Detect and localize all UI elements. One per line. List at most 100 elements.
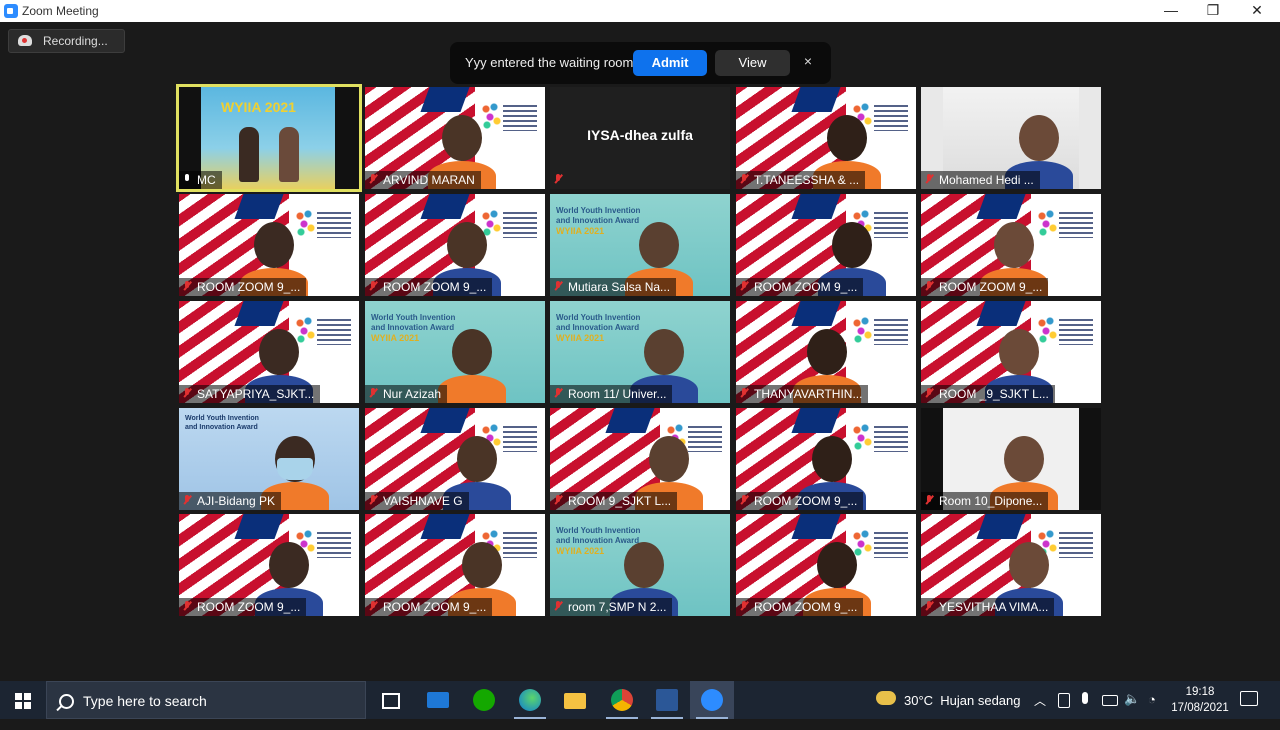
wyiia-banner: World Youth Invention and Innovation Awar…	[371, 313, 456, 343]
edge-app[interactable]	[508, 681, 552, 719]
association-logo	[852, 528, 910, 562]
microphone-muted-icon	[925, 388, 933, 399]
word-app[interactable]	[645, 681, 689, 719]
microphone-muted-icon	[554, 281, 562, 292]
restore-button[interactable]: ❐	[1190, 0, 1236, 22]
participant-tile[interactable]: YESVITHAA VIMA...	[921, 514, 1101, 616]
participant-name: AJI-Bidang PK	[197, 494, 276, 508]
volume-icon[interactable]: 🔈	[1124, 691, 1140, 729]
microphone-muted-icon	[740, 281, 748, 292]
participant-face	[649, 436, 689, 482]
start-button[interactable]	[0, 681, 46, 719]
upwork-icon	[473, 689, 495, 711]
view-button[interactable]: View	[715, 50, 790, 76]
zoom-taskbar-app[interactable]	[690, 681, 734, 719]
participant-tile[interactable]: ROOM ZOOM 9_...	[179, 194, 359, 296]
microphone-muted-icon	[554, 174, 562, 185]
participant-face	[817, 542, 857, 588]
notification-icon[interactable]	[1240, 691, 1258, 706]
admit-button[interactable]: Admit	[633, 50, 707, 76]
participant-name-label: Mutiara Salsa Na...	[550, 278, 677, 296]
meet-now-icon[interactable]	[1058, 693, 1070, 708]
participant-name-label: VAISHNAVE G	[365, 492, 469, 510]
battery-icon[interactable]	[1102, 695, 1118, 706]
microphone-muted-icon	[740, 601, 748, 612]
file-explorer-app[interactable]	[553, 681, 597, 719]
microphone-muted-icon	[554, 388, 562, 399]
participant-tile[interactable]: World Youth Invention and Innovation Awar…	[179, 408, 359, 510]
windows-taskbar: Type here to search 30°C Hujan sedang ︿ …	[0, 681, 1280, 719]
wifi-icon[interactable]: ◔	[1148, 692, 1156, 730]
chrome-icon	[611, 689, 633, 711]
upwork-app[interactable]	[462, 681, 506, 719]
microphone-muted-icon	[740, 495, 748, 506]
participant-mic-indicator	[550, 171, 574, 189]
participant-name-label: ROOM ZOOM 9_...	[365, 278, 493, 296]
participant-face	[442, 115, 482, 161]
microphone-muted-icon	[183, 601, 191, 612]
participant-tile[interactable]: ROOM ZOOM 9_...	[736, 194, 916, 296]
participant-tile[interactable]: ROOM 9_SJKT L...	[550, 408, 730, 510]
chevron-up-icon[interactable]: ︿	[1034, 692, 1046, 730]
recording-indicator[interactable]: Recording...	[8, 29, 125, 53]
participant-tile[interactable]: ROOM ZOOM 9_...	[921, 194, 1101, 296]
waiting-room-notification: Yyy entered the waiting room Admit View …	[450, 42, 831, 84]
microphone-muted-icon	[925, 174, 933, 185]
participant-face	[269, 542, 309, 588]
participant-tile[interactable]: Mohamed Hedi ...	[921, 87, 1101, 189]
chrome-app[interactable]	[600, 681, 644, 719]
microphone-muted-icon	[369, 601, 377, 612]
participant-name-label: ROOM _9_SJKT L...	[921, 385, 1055, 403]
participant-name-label: ROOM ZOOM 9_...	[736, 278, 864, 296]
participant-tile[interactable]: World Youth Invention and Innovation Awar…	[550, 301, 730, 403]
microphone-icon[interactable]	[1082, 692, 1088, 704]
microphone-muted-icon	[554, 495, 562, 506]
participant-tile[interactable]: VAISHNAVE G	[365, 408, 545, 510]
participant-tile[interactable]: T.TANEESSHA & ...	[736, 87, 916, 189]
search-placeholder: Type here to search	[83, 693, 207, 709]
minimize-button[interactable]: —	[1148, 0, 1194, 22]
participant-face	[452, 329, 492, 375]
participant-tile[interactable]: ROOM ZOOM 9_...	[736, 408, 916, 510]
participant-name: ARVIND MARAN	[383, 173, 475, 187]
participant-tile[interactable]: IYSA-dhea zulfa	[550, 87, 730, 189]
association-logo	[295, 208, 353, 242]
association-logo	[481, 101, 539, 135]
title-bar: Zoom Meeting — ❐ ✕	[0, 0, 1280, 22]
participant-face	[999, 329, 1039, 375]
participant-face	[832, 222, 872, 268]
participant-tile[interactable]: SATYAPRIYA_SJKT...	[179, 301, 359, 403]
close-icon[interactable]: ×	[800, 53, 816, 71]
participant-name: ROOM ZOOM 9_...	[754, 600, 858, 614]
participant-tile[interactable]: ARVIND MARAN	[365, 87, 545, 189]
participant-name: ROOM ZOOM 9_...	[754, 280, 858, 294]
wyiia-banner: World Youth Invention and Innovation Awar…	[185, 415, 259, 431]
participant-face	[1009, 542, 1049, 588]
microphone-icon	[183, 174, 191, 185]
participant-tile[interactable]: World Youth Invention and Innovation Awar…	[550, 194, 730, 296]
taskbar-search-box[interactable]: Type here to search	[46, 681, 366, 719]
participant-tile[interactable]: World Youth Invention and Innovation Awar…	[550, 514, 730, 616]
participant-tile[interactable]: ROOM ZOOM 9_...	[179, 514, 359, 616]
participant-tile[interactable]: World Youth Invention and Innovation Awar…	[365, 301, 545, 403]
mail-app[interactable]	[416, 681, 460, 719]
task-view-button[interactable]	[368, 681, 412, 719]
participant-tile[interactable]: WYIIA 2021 MC	[176, 84, 362, 192]
participant-name-label: ROOM ZOOM 9_...	[921, 278, 1049, 296]
participant-tile[interactable]: ROOM ZOOM 9_...	[365, 514, 545, 616]
participant-tile[interactable]: ROOM ZOOM 9_...	[736, 514, 916, 616]
participant-name: ROOM ZOOM 9_...	[939, 280, 1043, 294]
participant-tile[interactable]: ROOM ZOOM 9_...	[365, 194, 545, 296]
participant-name: ROOM ZOOM 9_...	[383, 600, 487, 614]
participant-name-label: ROOM 9_SJKT L...	[550, 492, 678, 510]
participant-tile[interactable]: Room 10_Dipone...	[921, 408, 1101, 510]
participant-tile[interactable]: THANYAVARTHIN...	[736, 301, 916, 403]
participant-face	[457, 436, 497, 482]
participant-name-label: room 7,SMP N 2...	[550, 598, 673, 616]
taskbar-clock[interactable]: 19:18 17/08/2021	[1168, 684, 1232, 716]
face-mask	[277, 458, 313, 480]
waiting-room-message: Yyy entered the waiting room	[465, 55, 634, 70]
close-window-button[interactable]: ✕	[1234, 0, 1280, 22]
participant-tile[interactable]: ROOM _9_SJKT L...	[921, 301, 1101, 403]
microphone-muted-icon	[369, 388, 377, 399]
